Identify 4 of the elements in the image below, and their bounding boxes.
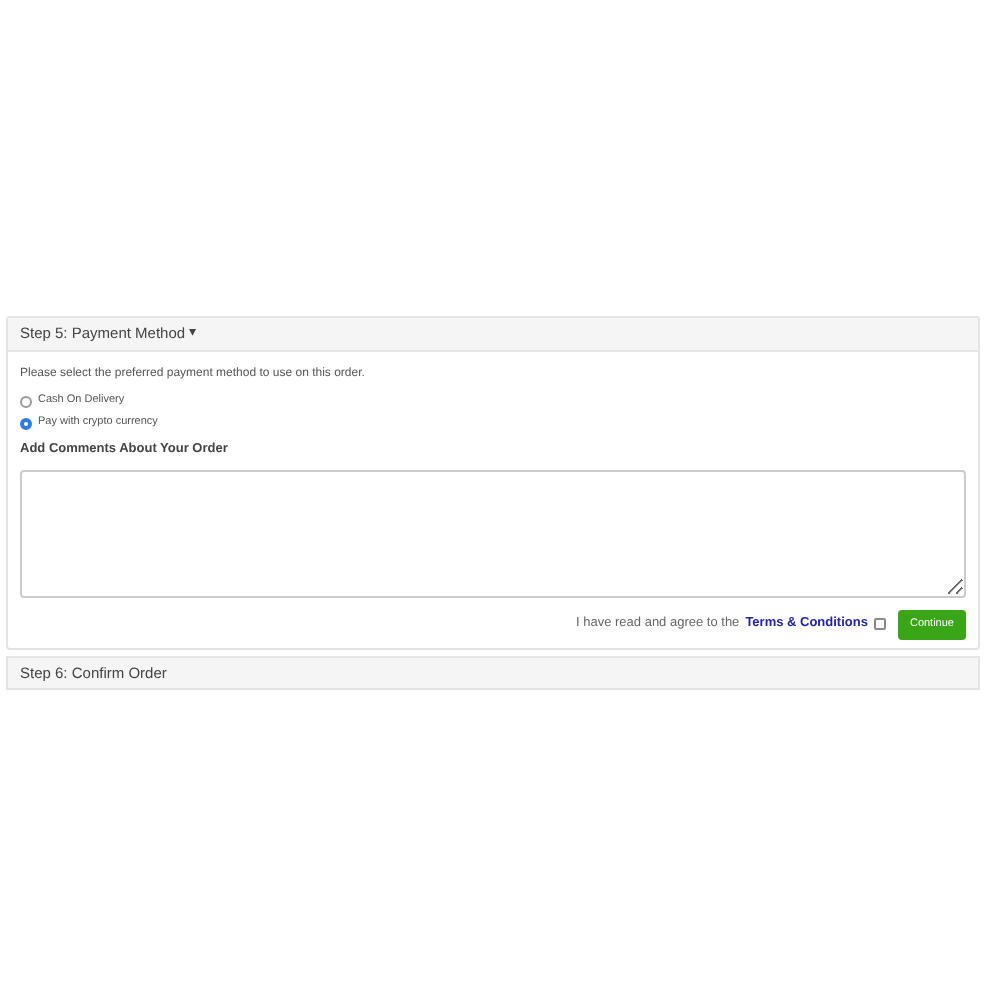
radio-button[interactable] bbox=[20, 395, 32, 407]
agree-checkbox[interactable] bbox=[873, 618, 886, 631]
comments-field[interactable] bbox=[20, 469, 966, 598]
radio-button[interactable] bbox=[20, 417, 32, 429]
